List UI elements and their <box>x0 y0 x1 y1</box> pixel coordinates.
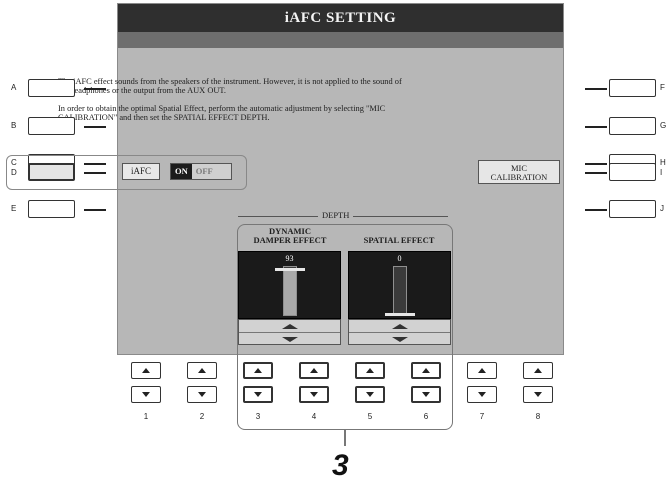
bottom-button-number: 7 <box>479 412 485 421</box>
down-arrow-icon <box>198 392 206 397</box>
side-button-i[interactable] <box>609 163 656 181</box>
side-letter-j: J <box>660 204 664 213</box>
up-button-5[interactable] <box>355 362 385 379</box>
down-arrow-icon <box>478 392 486 397</box>
down-arrow-icon <box>422 392 430 397</box>
up-arrow-icon <box>366 368 374 373</box>
connector-line <box>585 172 607 174</box>
connector-line <box>84 126 106 128</box>
side-letter-e: E <box>11 204 17 213</box>
mic-calibration-line2: CALIBRATION <box>490 172 548 182</box>
side-letter-b: B <box>11 121 17 130</box>
bottom-button-number: 4 <box>311 412 317 421</box>
up-arrow-icon <box>142 368 150 373</box>
down-button-7[interactable] <box>467 386 497 403</box>
title-sub-bar <box>118 32 563 48</box>
connector-line <box>585 163 607 165</box>
connector-line <box>585 88 607 90</box>
step-number: 3 <box>332 449 349 482</box>
side-letter-f: F <box>660 83 665 92</box>
side-letter-i: I <box>660 168 663 177</box>
up-button-7[interactable] <box>467 362 497 379</box>
up-arrow-icon <box>198 368 206 373</box>
down-button-3[interactable] <box>243 386 273 403</box>
up-arrow-icon <box>254 368 262 373</box>
down-arrow-icon <box>310 392 318 397</box>
down-button-5[interactable] <box>355 386 385 403</box>
up-arrow-icon <box>478 368 486 373</box>
up-arrow-icon <box>422 368 430 373</box>
side-button-d[interactable] <box>28 163 75 181</box>
side-letter-g: G <box>660 121 667 130</box>
up-arrow-icon <box>310 368 318 373</box>
bottom-button-number: 6 <box>423 412 429 421</box>
connector-line <box>585 126 607 128</box>
page-title: iAFC SETTING <box>118 4 563 32</box>
side-button-g[interactable] <box>609 117 656 135</box>
side-letter-d: D <box>11 168 17 177</box>
side-button-f[interactable] <box>609 79 656 97</box>
bottom-button-number: 8 <box>535 412 541 421</box>
side-letter-h: H <box>660 158 666 167</box>
depth-label: DEPTH <box>318 210 354 220</box>
up-button-2[interactable] <box>187 362 217 379</box>
up-button-6[interactable] <box>411 362 441 379</box>
up-arrow-icon <box>534 368 542 373</box>
connector-line <box>84 88 106 90</box>
down-arrow-icon <box>254 392 262 397</box>
up-button-8[interactable] <box>523 362 553 379</box>
connector-line <box>84 172 106 174</box>
down-button-8[interactable] <box>523 386 553 403</box>
bottom-button-number: 5 <box>367 412 373 421</box>
bottom-button-number: 1 <box>143 412 149 421</box>
bottom-button-number: 2 <box>199 412 205 421</box>
connector-line <box>84 209 106 211</box>
down-button-1[interactable] <box>131 386 161 403</box>
info-paragraph-1: The iAFC effect sounds from the speakers… <box>58 77 402 95</box>
side-button-j[interactable] <box>609 200 656 218</box>
up-button-3[interactable] <box>243 362 273 379</box>
up-button-1[interactable] <box>131 362 161 379</box>
down-button-2[interactable] <box>187 386 217 403</box>
connector-line <box>585 209 607 211</box>
down-arrow-icon <box>366 392 374 397</box>
mic-calibration-button[interactable]: MIC CALIBRATION <box>478 160 560 184</box>
up-button-4[interactable] <box>299 362 329 379</box>
down-button-4[interactable] <box>299 386 329 403</box>
side-button-a[interactable] <box>28 79 75 97</box>
side-button-e[interactable] <box>28 200 75 218</box>
down-arrow-icon <box>534 392 542 397</box>
side-button-b[interactable] <box>28 117 75 135</box>
side-letter-a: A <box>11 83 17 92</box>
down-button-6[interactable] <box>411 386 441 403</box>
info-paragraph-2: In order to obtain the optimal Spatial E… <box>58 104 386 122</box>
bottom-button-number: 3 <box>255 412 261 421</box>
info-text: The iAFC effect sounds from the speakers… <box>58 77 408 131</box>
down-arrow-icon <box>142 392 150 397</box>
callout-line <box>344 430 346 446</box>
